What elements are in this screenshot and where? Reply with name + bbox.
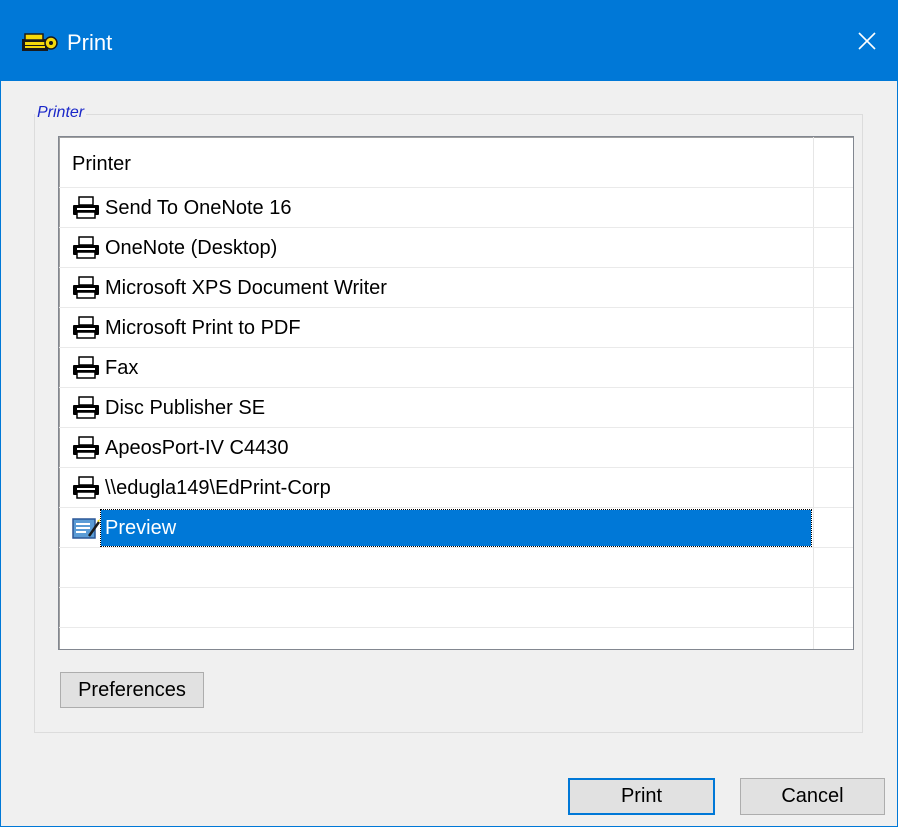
list-item-label: \\edugla149\EdPrint-Corp [105,477,331,499]
list-item[interactable]: ApeosPort-IV C4430 [59,428,853,468]
printer-icon [71,356,101,380]
list-item[interactable]: Disc Publisher SE [59,388,853,428]
list-item[interactable]: OneNote (Desktop) [59,228,853,268]
empty-row [59,548,853,588]
printer-icon [71,476,101,500]
list-item[interactable]: Microsoft XPS Document Writer [59,268,853,308]
list-item-label: Preview [105,517,177,539]
list-item[interactable]: Microsoft Print to PDF [59,308,853,348]
preview-icon [71,516,101,540]
close-icon [858,32,876,50]
printer-group-legend: Printer [35,103,87,123]
printer-app-icon [21,31,63,55]
column-header-label: Printer [72,153,131,175]
list-item-label: Fax [105,357,139,379]
printer-icon [71,276,101,300]
list-item-selected[interactable]: Preview [59,508,853,548]
printer-rows: Send To OneNote 16 OneNote (Desktop) Mic… [59,188,853,668]
list-item[interactable]: \\edugla149\EdPrint-Corp [59,468,853,508]
printer-icon [71,236,101,260]
printer-icon [71,436,101,460]
printer-icon [71,316,101,340]
print-dialog: Print Printer Printer Send To OneNote 16 [0,0,898,827]
list-item-label: Microsoft Print to PDF [105,317,301,339]
printer-column-header[interactable]: Printer [59,137,853,188]
selection-highlight [100,509,812,547]
list-item-label: Disc Publisher SE [105,397,266,419]
list-item-label: OneNote (Desktop) [105,237,278,259]
list-item-label: Microsoft XPS Document Writer [105,277,387,299]
printer-icon [71,396,101,420]
preferences-button[interactable]: Preferences [60,672,204,708]
window-title: Print [67,30,113,55]
empty-row [59,628,853,668]
close-button[interactable] [835,1,898,81]
print-button[interactable]: Print [568,778,715,815]
list-item-label: ApeosPort-IV C4430 [105,437,289,459]
printer-list[interactable]: Printer Send To OneNote 16 OneNote (Desk… [58,136,854,650]
title-bar[interactable]: Print [1,1,898,81]
empty-row [59,588,853,628]
list-item[interactable]: Send To OneNote 16 [59,188,853,228]
list-item-label: Send To OneNote 16 [105,197,292,219]
printer-icon [71,196,101,220]
list-item[interactable]: Fax [59,348,853,388]
cancel-button[interactable]: Cancel [740,778,885,815]
